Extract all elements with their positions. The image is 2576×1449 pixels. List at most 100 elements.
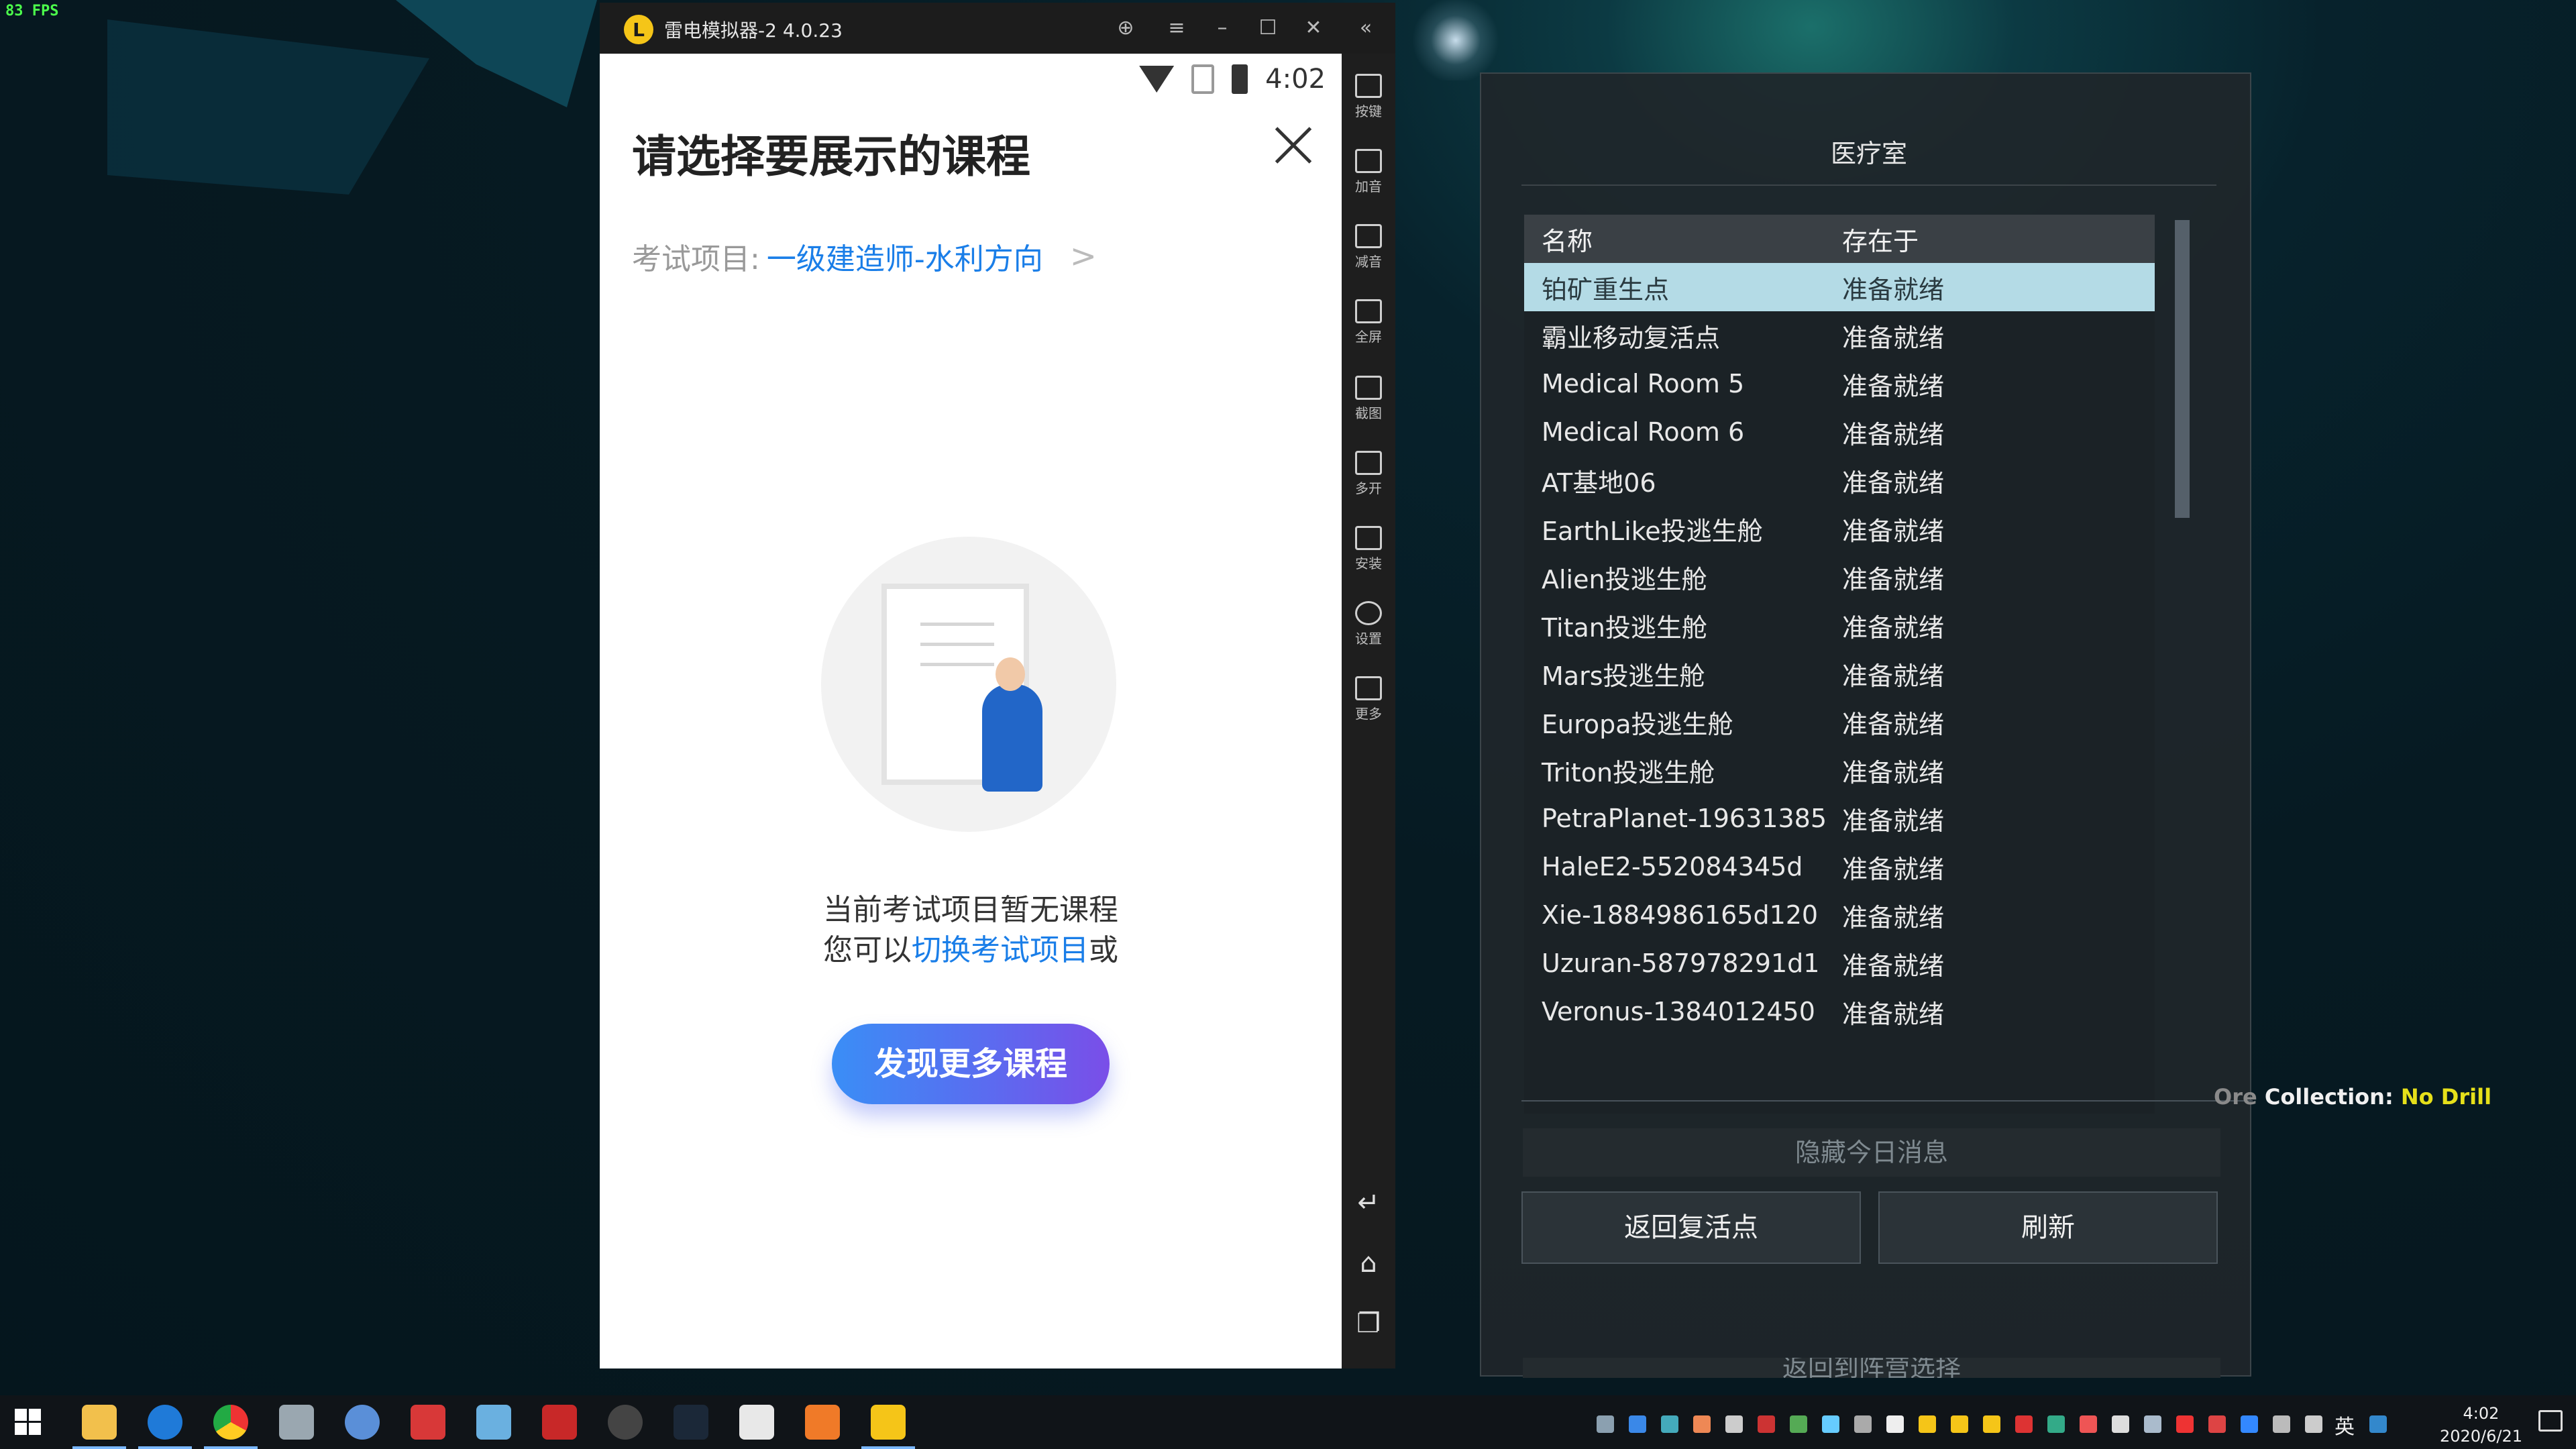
switch-exam-link[interactable]: 切换考试项目 <box>912 933 1089 967</box>
tray-icon[interactable] <box>2080 1415 2097 1433</box>
refresh-button[interactable]: 刷新 <box>1878 1191 2218 1264</box>
steam-icon[interactable] <box>674 1405 708 1440</box>
empty-state-illustration <box>781 523 1130 845</box>
tray-icon[interactable] <box>1597 1415 1614 1433</box>
emulator-title: 雷电模拟器-2 4.0.23 <box>664 19 843 42</box>
tray-icon[interactable] <box>2176 1415 2194 1433</box>
close-icon[interactable] <box>1269 123 1312 166</box>
davinci-icon[interactable] <box>608 1405 643 1440</box>
tray-icon[interactable] <box>1629 1415 1646 1433</box>
back-icon[interactable]: ↵ <box>1342 1187 1395 1218</box>
windows-start-icon[interactable] <box>15 1409 42 1436</box>
list-item[interactable]: Mars投逃生舱 准备就绪 <box>1524 649 2155 698</box>
background-glow <box>1409 0 1503 80</box>
close-icon[interactable]: ✕ <box>1297 13 1330 43</box>
more-button[interactable]: 更多 <box>1342 672 1395 739</box>
notification-icon[interactable] <box>2538 1410 2563 1432</box>
volume-down-button[interactable]: 减音 <box>1342 220 1395 287</box>
recent-apps-icon[interactable]: ❐ <box>1342 1308 1395 1339</box>
ldplayer-taskbar-icon[interactable] <box>871 1405 906 1440</box>
keymap-button[interactable]: 按键 <box>1342 70 1395 137</box>
system-clock[interactable]: 4:02 2020/6/21 <box>2440 1402 2522 1448</box>
maximize-icon[interactable]: ☐ <box>1252 13 1284 43</box>
list-item[interactable]: Medical Room 5 准备就绪 <box>1524 360 2155 408</box>
volume-up-button[interactable]: 加音 <box>1342 145 1395 212</box>
tray-icon[interactable] <box>2047 1415 2065 1433</box>
pdf-icon[interactable] <box>411 1405 445 1440</box>
file-explorer-icon[interactable] <box>82 1405 117 1440</box>
gamepad-icon[interactable]: ⊕ <box>1110 13 1142 43</box>
list-item[interactable]: Triton投逃生舱 准备就绪 <box>1524 746 2155 794</box>
screenshot-icon <box>1355 376 1382 400</box>
home-icon[interactable]: ⌂ <box>1342 1248 1395 1279</box>
youdao-icon[interactable] <box>542 1405 577 1440</box>
list-item[interactable]: 霸业移动复活点 准备就绪 <box>1524 311 2155 360</box>
tray-icon[interactable] <box>1854 1415 1872 1433</box>
screenshot-button[interactable]: 截图 <box>1342 372 1395 439</box>
battery-icon <box>1232 64 1248 94</box>
collapse-sidebar-icon[interactable]: « <box>1350 13 1382 43</box>
chrome-icon[interactable] <box>213 1405 248 1440</box>
tray-icon[interactable] <box>1951 1415 1968 1433</box>
tray-icon[interactable] <box>1725 1415 1743 1433</box>
tray-icon[interactable] <box>2208 1415 2226 1433</box>
list-item[interactable]: HaleE2-552084345d 准备就绪 <box>1524 843 2155 891</box>
search-icon[interactable] <box>148 1405 182 1440</box>
list-item[interactable]: Titan投逃生舱 准备就绪 <box>1524 601 2155 649</box>
tray-icon[interactable] <box>1983 1415 2000 1433</box>
taskbar: 英 4:02 2020/6/21 <box>0 1395 2576 1449</box>
list-scrollbar[interactable] <box>2175 220 2190 518</box>
status-bar: 4:02 <box>1139 60 1326 98</box>
list-item[interactable]: AT基地06 准备就绪 <box>1524 456 2155 504</box>
list-item[interactable]: Veronus-1384012450 准备就绪 <box>1524 987 2155 1036</box>
bluetooth-icon[interactable] <box>2241 1415 2258 1433</box>
minimize-icon[interactable]: – <box>1206 13 1238 43</box>
app-icon[interactable] <box>279 1405 314 1440</box>
tray-icon[interactable] <box>2144 1415 2161 1433</box>
ime-indicator[interactable]: 英 <box>2334 1410 2355 1440</box>
tray-icon[interactable] <box>1693 1415 1711 1433</box>
volume-icon[interactable] <box>2305 1415 2322 1433</box>
tray-icon[interactable] <box>1661 1415 1678 1433</box>
list-item[interactable]: Uzuran-587978291d1 准备就绪 <box>1524 939 2155 987</box>
list-item[interactable]: 铂矿重生点 准备就绪 <box>1524 263 2155 311</box>
ldplayer-logo-icon: L <box>624 15 653 44</box>
emulator-sidebar: 按键 加音 减音 全屏 截图 多开 安装 设置 更多 <box>1342 54 1395 1368</box>
tray-icon[interactable] <box>1758 1415 1775 1433</box>
list-item[interactable]: Europa投逃生舱 准备就绪 <box>1524 698 2155 746</box>
install-button[interactable]: 安装 <box>1342 522 1395 589</box>
network-icon[interactable] <box>2273 1415 2290 1433</box>
multi-instance-button[interactable]: 多开 <box>1342 447 1395 514</box>
tray-icon[interactable] <box>2112 1415 2129 1433</box>
tray-icon[interactable] <box>1822 1415 1839 1433</box>
hide-today-button[interactable]: 隐藏今日消息 <box>1523 1128 2220 1177</box>
tray-icon[interactable] <box>1919 1415 1936 1433</box>
app-icon[interactable] <box>345 1405 380 1440</box>
multi-instance-icon <box>1355 451 1382 475</box>
menu-icon[interactable]: ≡ <box>1161 13 1193 43</box>
emulator-titlebar[interactable]: L 雷电模拟器-2 4.0.23 ⊕ ≡ – ☐ ✕ « <box>600 3 1395 54</box>
list-item[interactable]: EarthLike投逃生舱 准备就绪 <box>1524 504 2155 553</box>
fullscreen-button[interactable]: 全屏 <box>1342 295 1395 362</box>
tray-icon[interactable] <box>2369 1415 2387 1433</box>
exam-selector[interactable]: 考试项目: 一级建造师-水利方向 > <box>632 235 1097 278</box>
app-icon[interactable] <box>476 1405 511 1440</box>
settings-button[interactable]: 设置 <box>1342 597 1395 664</box>
volume-down-icon <box>1355 224 1382 248</box>
list-item[interactable]: Xie-1884986165d120 准备就绪 <box>1524 891 2155 939</box>
discover-courses-button[interactable]: 发现更多课程 <box>832 1024 1110 1104</box>
list-item[interactable]: Medical Room 6 准备就绪 <box>1524 408 2155 456</box>
respawn-list: 名称 存在于 铂矿重生点 准备就绪 霸业移动复活点 准备就绪 Medical Roo… <box>1524 215 2155 1114</box>
tray-icon[interactable] <box>1790 1415 1807 1433</box>
app-icon[interactable] <box>805 1405 840 1440</box>
exam-value[interactable]: 一级建造师-水利方向 <box>767 235 1043 278</box>
list-item[interactable]: Alien投逃生舱 准备就绪 <box>1524 553 2155 601</box>
header-name: 名称 <box>1542 226 1593 256</box>
no-sim-icon <box>1191 64 1215 94</box>
game-icon[interactable] <box>739 1405 774 1440</box>
return-faction-button[interactable]: 返回到阵营选择 <box>1523 1358 2220 1378</box>
tray-icon[interactable] <box>2015 1415 2033 1433</box>
tray-icon[interactable] <box>1886 1415 1904 1433</box>
return-respawn-button[interactable]: 返回复活点 <box>1521 1191 1861 1264</box>
list-item[interactable]: PetraPlanet-19631385 准备就绪 <box>1524 794 2155 843</box>
